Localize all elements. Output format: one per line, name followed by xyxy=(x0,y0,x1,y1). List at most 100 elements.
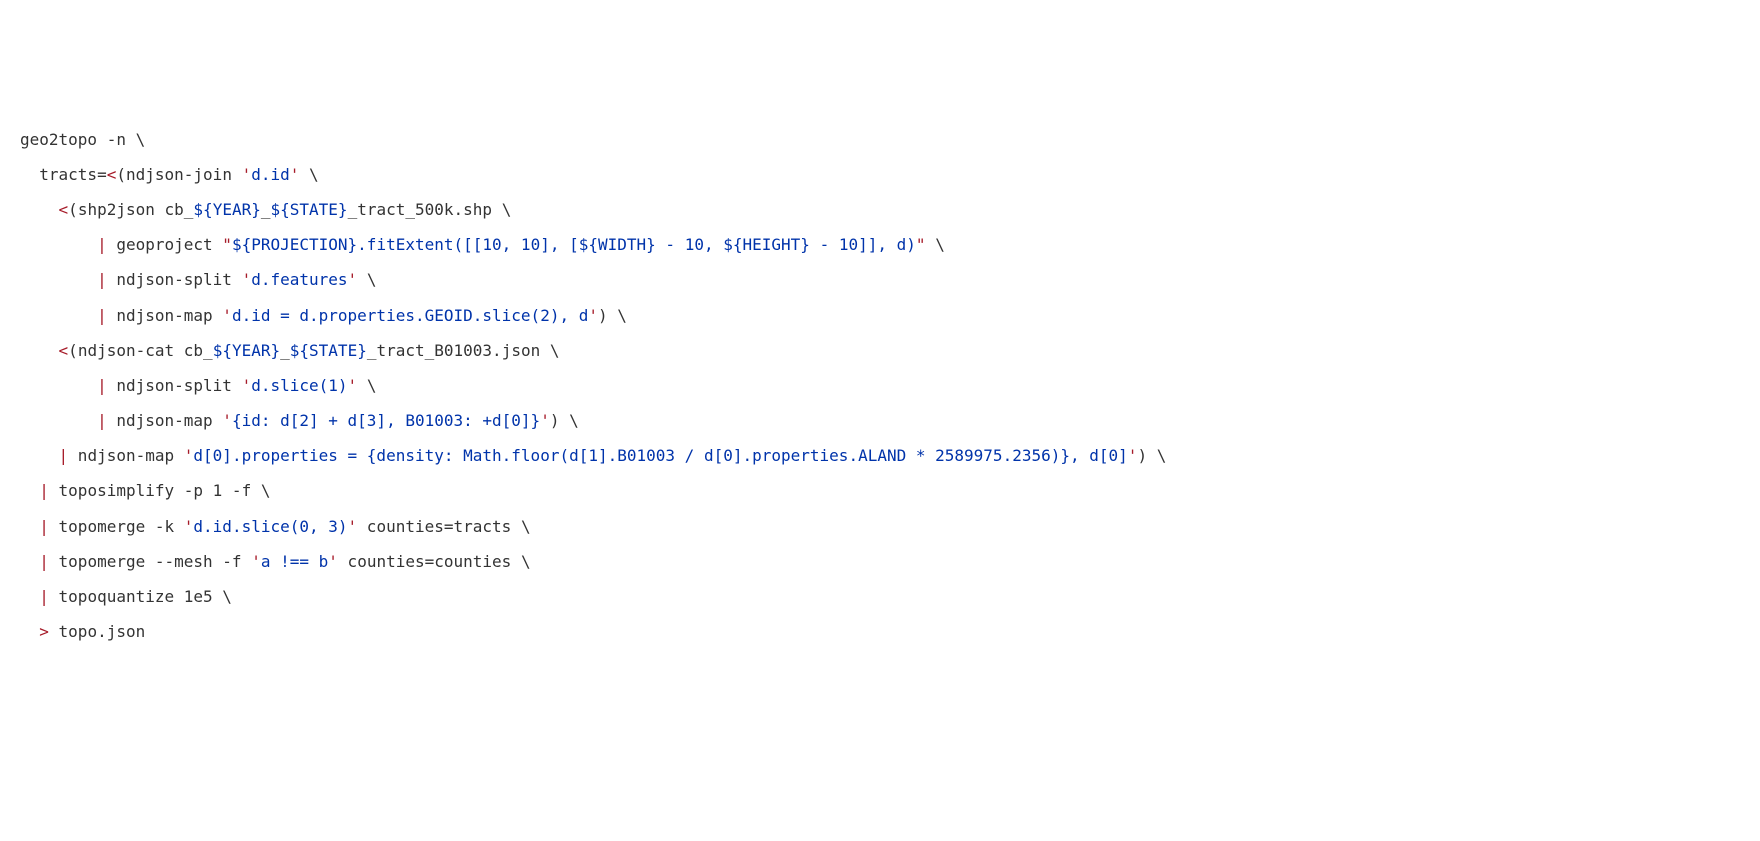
code-token: ' xyxy=(251,552,261,571)
code-token: .fitExtent([[10, 10], [ xyxy=(357,235,579,254)
code-token: ${STATE} xyxy=(271,200,348,219)
code-token: ' xyxy=(184,446,194,465)
code-token: ( xyxy=(68,341,78,360)
code-token: ' xyxy=(348,376,358,395)
code-token: " xyxy=(916,235,926,254)
code-token: d[0].properties = {density: Math.floor(d… xyxy=(193,446,1127,465)
code-token: tracts= xyxy=(20,165,107,184)
code-token xyxy=(20,235,97,254)
code-line: geo2topo -n \ xyxy=(20,122,1740,157)
code-token xyxy=(20,200,59,219)
code-token xyxy=(20,587,39,606)
code-token xyxy=(20,517,39,536)
code-token: ' xyxy=(328,552,338,571)
code-token: \ xyxy=(617,306,627,325)
code-token: - 10]], d) xyxy=(810,235,916,254)
code-token: " xyxy=(222,235,232,254)
code-token: ndjson-map xyxy=(107,306,223,325)
code-token: ndjson-split xyxy=(107,376,242,395)
code-token xyxy=(357,270,367,289)
code-token: ' xyxy=(348,517,358,536)
code-token: geo2topo -n xyxy=(20,130,136,149)
code-token: counties=tracts xyxy=(357,517,521,536)
code-token: | xyxy=(97,411,107,430)
code-token: counties=counties xyxy=(338,552,521,571)
code-token: ${STATE} xyxy=(290,341,367,360)
code-token: ndjson-map xyxy=(107,411,223,430)
code-token: \ xyxy=(367,270,377,289)
code-token: topomerge -k xyxy=(49,517,184,536)
code-token: ndjson-split xyxy=(107,270,242,289)
code-token: _tract_B01003.json xyxy=(367,341,550,360)
code-token: < xyxy=(107,165,117,184)
code-block: geo2topo -n \ tracts=<(ndjson-join 'd.id… xyxy=(20,122,1740,650)
code-line: <(shp2json cb_${YEAR}_${STATE}_tract_500… xyxy=(20,192,1740,227)
code-token: d.slice(1) xyxy=(251,376,347,395)
code-token: ' xyxy=(1128,446,1138,465)
code-token: \ xyxy=(502,200,512,219)
code-token: | xyxy=(97,376,107,395)
code-token: \ xyxy=(367,376,377,395)
code-token: _ xyxy=(261,200,271,219)
code-token: ' xyxy=(222,306,232,325)
code-token: topo.json xyxy=(49,622,145,641)
code-token: > xyxy=(39,622,49,641)
code-token: | xyxy=(39,587,49,606)
code-token xyxy=(20,481,39,500)
code-token xyxy=(608,306,618,325)
code-token: ' xyxy=(222,411,232,430)
code-line: | ndjson-map '{id: d[2] + d[3], B01003: … xyxy=(20,403,1740,438)
code-token: ndjson-cat xyxy=(78,341,184,360)
code-token: shp2json xyxy=(78,200,165,219)
code-token: \ xyxy=(521,552,531,571)
code-token: ndjson-join xyxy=(126,165,242,184)
code-line: | topomerge --mesh -f 'a !== b' counties… xyxy=(20,544,1740,579)
code-line: | ndjson-split 'd.features' \ xyxy=(20,262,1740,297)
code-token: ' xyxy=(242,165,252,184)
code-token: ) xyxy=(598,306,608,325)
code-line: | ndjson-map 'd.id = d.properties.GEOID.… xyxy=(20,298,1740,333)
code-token xyxy=(1147,446,1157,465)
code-token xyxy=(926,235,936,254)
code-token: ' xyxy=(588,306,598,325)
code-token: \ xyxy=(309,165,319,184)
code-token: ' xyxy=(242,270,252,289)
code-token: geoproject xyxy=(107,235,223,254)
code-token xyxy=(357,376,367,395)
code-token: | xyxy=(59,446,69,465)
code-token: \ xyxy=(136,130,146,149)
code-token: d.id = d.properties.GEOID.slice(2), d xyxy=(232,306,588,325)
code-token: ${PROJECTION} xyxy=(232,235,357,254)
code-token: | xyxy=(39,481,49,500)
code-token: ${WIDTH} xyxy=(579,235,656,254)
code-token: d.features xyxy=(251,270,347,289)
code-token: \ xyxy=(1157,446,1167,465)
code-token: | xyxy=(39,517,49,536)
code-token: ' xyxy=(348,270,358,289)
code-token: ( xyxy=(116,165,126,184)
code-token xyxy=(20,552,39,571)
code-token: ${YEAR} xyxy=(213,341,280,360)
code-token: topoquantize 1e5 xyxy=(49,587,222,606)
code-token: ${YEAR} xyxy=(193,200,260,219)
code-token xyxy=(20,306,97,325)
code-token: cb_ xyxy=(165,200,194,219)
code-token: - 10, xyxy=(656,235,723,254)
code-token: {id: d[2] + d[3], B01003: +d[0]} xyxy=(232,411,540,430)
code-token: | xyxy=(97,306,107,325)
code-token: a !== b xyxy=(261,552,328,571)
code-token xyxy=(20,270,97,289)
code-line: | topoquantize 1e5 \ xyxy=(20,579,1740,614)
code-token: | xyxy=(97,270,107,289)
code-line: | ndjson-split 'd.slice(1)' \ xyxy=(20,368,1740,403)
code-line: <(ndjson-cat cb_${YEAR}_${STATE}_tract_B… xyxy=(20,333,1740,368)
code-token xyxy=(299,165,309,184)
code-token: \ xyxy=(550,341,560,360)
code-token: d.id xyxy=(251,165,290,184)
code-line: | ndjson-map 'd[0].properties = {density… xyxy=(20,438,1740,473)
code-token: \ xyxy=(222,587,232,606)
code-line: > topo.json xyxy=(20,614,1740,649)
code-token xyxy=(20,376,97,395)
code-token: toposimplify -p 1 -f xyxy=(49,481,261,500)
code-token: \ xyxy=(521,517,531,536)
